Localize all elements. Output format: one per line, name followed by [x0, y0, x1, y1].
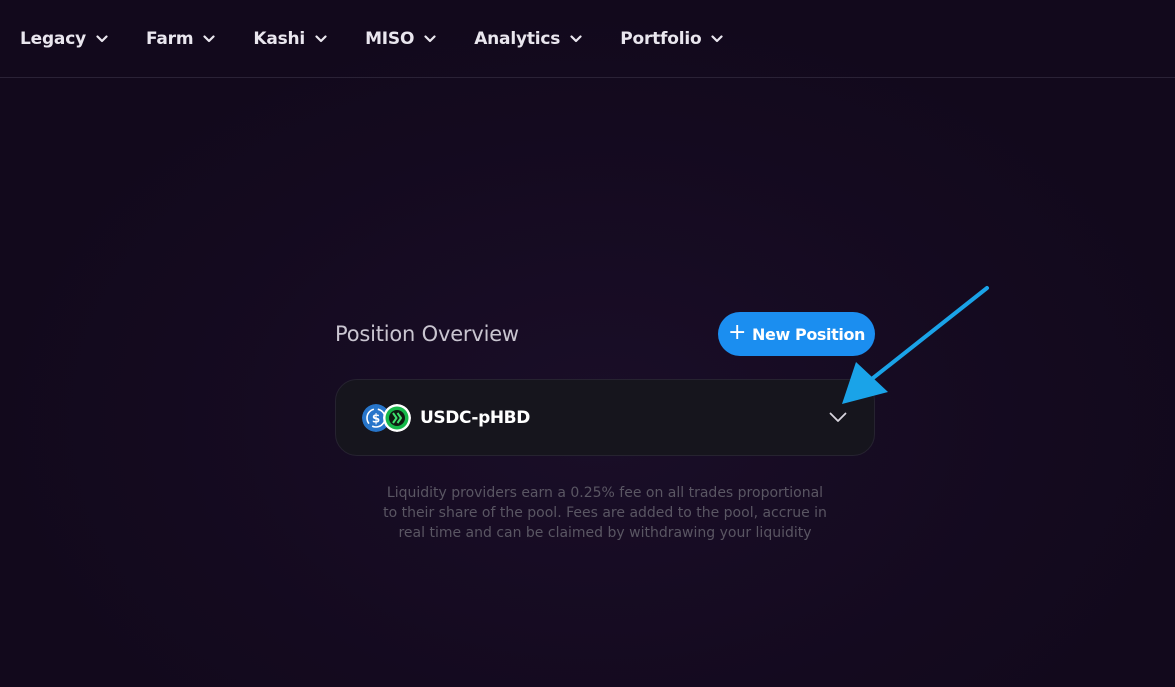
pair-name: USDC-pHBD — [420, 407, 530, 428]
nav-miso[interactable]: MISO — [365, 29, 436, 49]
chevron-down-icon — [315, 34, 327, 42]
token-icons: $ — [362, 403, 412, 433]
position-card[interactable]: $ USDC-pHBD — [335, 379, 875, 456]
nav-kashi[interactable]: Kashi — [253, 29, 327, 49]
plus-icon: + — [727, 320, 746, 345]
pair-info: $ USDC-pHBD — [362, 403, 530, 433]
chevron-down-icon — [570, 34, 582, 42]
expand-button[interactable] — [828, 408, 848, 428]
panel-header: Position Overview + New Position — [335, 312, 875, 356]
nav-label: Farm — [145, 28, 194, 49]
phbd-icon — [383, 403, 411, 432]
nav-farm[interactable]: Farm — [146, 29, 215, 49]
position-overview-panel: Position Overview + New Position $ USDC-… — [335, 312, 875, 543]
nav-label: Legacy — [20, 28, 86, 49]
svg-text:$: $ — [372, 411, 380, 425]
chevron-down-icon — [96, 34, 108, 42]
nav-legacy[interactable]: Legacy — [20, 29, 108, 49]
page-title: Position Overview — [335, 322, 519, 346]
nav-label: Kashi — [253, 28, 306, 49]
chevron-down-icon — [711, 34, 724, 42]
liquidity-info-text: Liquidity providers earn a 0.25% fee on … — [383, 485, 827, 541]
nav-analytics[interactable]: Analytics — [474, 29, 582, 49]
chevron-down-icon — [829, 412, 847, 422]
top-navigation: Legacy Farm Kashi MISO Analytics Portfol… — [0, 0, 1175, 78]
nav-portfolio[interactable]: Portfolio — [620, 28, 724, 49]
nav-label: Portfolio — [620, 28, 702, 49]
chevron-down-icon — [424, 34, 436, 42]
nav-label: MISO — [365, 28, 415, 49]
annotation-arrow-icon — [842, 286, 989, 404]
chevron-down-icon — [203, 34, 215, 42]
nav-label: Analytics — [474, 28, 561, 49]
